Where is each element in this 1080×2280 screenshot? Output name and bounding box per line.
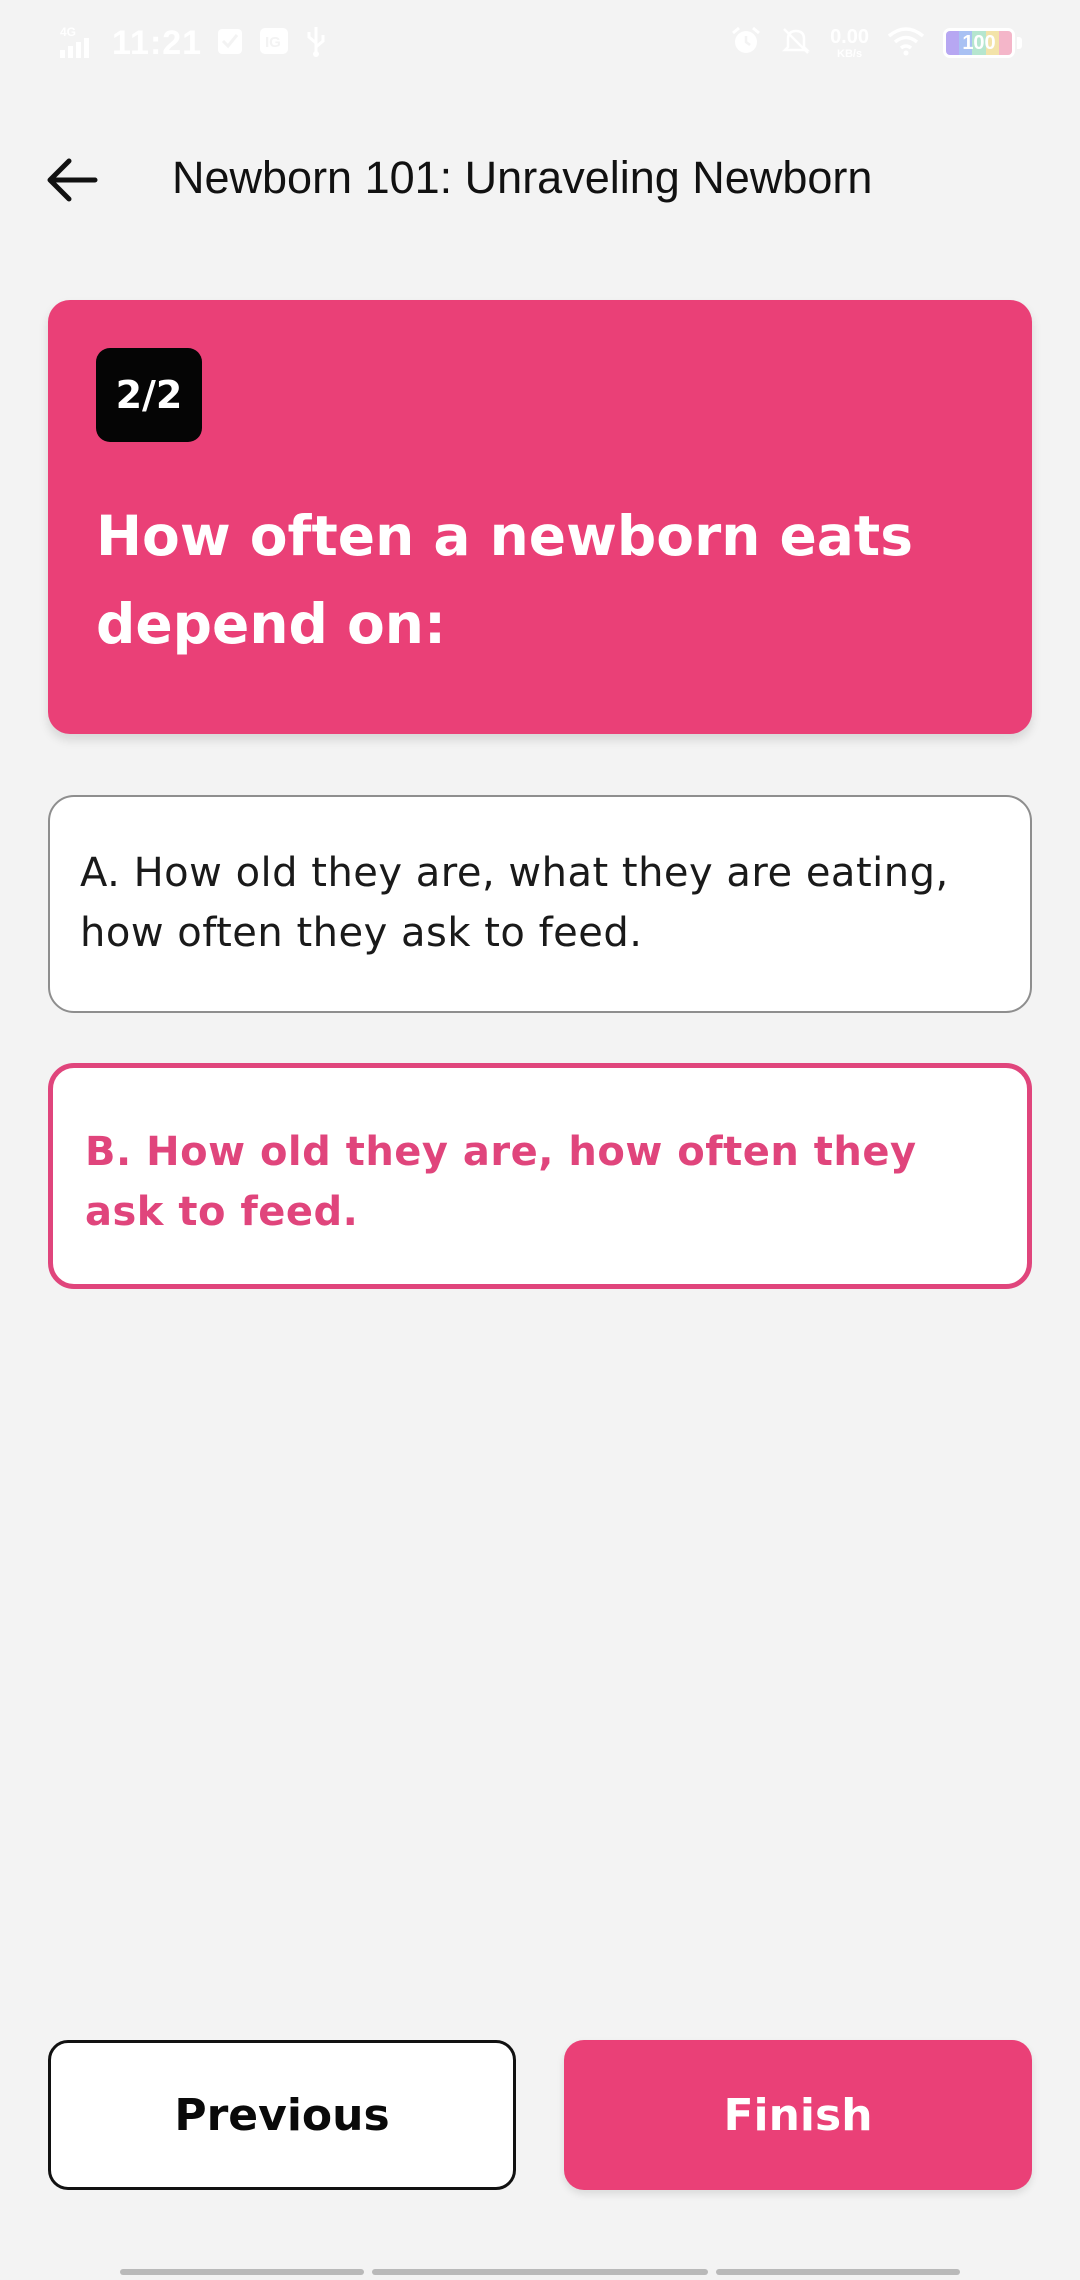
network-speed-unit: KB/s <box>837 47 863 60</box>
gesture-segment-left <box>120 2269 364 2275</box>
finish-button[interactable]: Finish <box>564 2040 1032 2190</box>
question-card: 2/2 How often a newborn eats depend on: <box>48 300 1032 734</box>
svg-text:IG: IG <box>265 34 281 51</box>
battery-tip <box>1017 37 1022 49</box>
previous-button[interactable]: Previous <box>48 2040 516 2190</box>
usb-icon <box>304 25 328 61</box>
page-title: Newborn 101: Unraveling Newborn <box>172 152 873 203</box>
battery-icon: 100 <box>943 28 1022 58</box>
gesture-segment-right <box>716 2269 960 2275</box>
status-bar: 4G 11:21 IG 0.00 KB/s 100 <box>0 0 1080 86</box>
back-button[interactable] <box>36 148 108 212</box>
arrow-left-icon <box>47 158 98 202</box>
network-type-label: 4G <box>60 25 76 39</box>
question-counter-badge: 2/2 <box>96 348 202 442</box>
answer-option-b-label: B. How old they are, how often they ask … <box>85 1129 917 1235</box>
battery-body: 100 <box>943 28 1015 58</box>
check-icon <box>216 26 244 60</box>
status-right-group: 0.00 KB/s 100 <box>730 20 1022 66</box>
gesture-segment-middle <box>372 2269 708 2275</box>
battery-level: 100 <box>962 31 996 54</box>
network-speed-value: 0.00 <box>830 25 869 48</box>
alarm-icon <box>730 25 762 61</box>
status-time: 11:21 <box>112 23 203 62</box>
question-text: How often a newborn eats depend on: <box>96 504 913 656</box>
gesture-navigation-bar[interactable] <box>0 2262 1080 2280</box>
wifi-icon <box>887 26 925 60</box>
status-left-group: 4G 11:21 IG <box>58 20 328 66</box>
signal-icon: 4G <box>58 24 98 62</box>
notification-icon: IG <box>258 26 290 60</box>
answer-option-b-selected[interactable]: B. How old they are, how often they ask … <box>48 1063 1032 1289</box>
app-bar: Newborn 101: Unraveling Newborn <box>0 130 1080 230</box>
network-speed: 0.00 KB/s <box>830 27 869 60</box>
mute-icon <box>780 25 812 61</box>
answer-option-a-label: A. How old they are, what they are eatin… <box>80 850 949 956</box>
answer-option-a[interactable]: A. How old they are, what they are eatin… <box>48 795 1032 1013</box>
